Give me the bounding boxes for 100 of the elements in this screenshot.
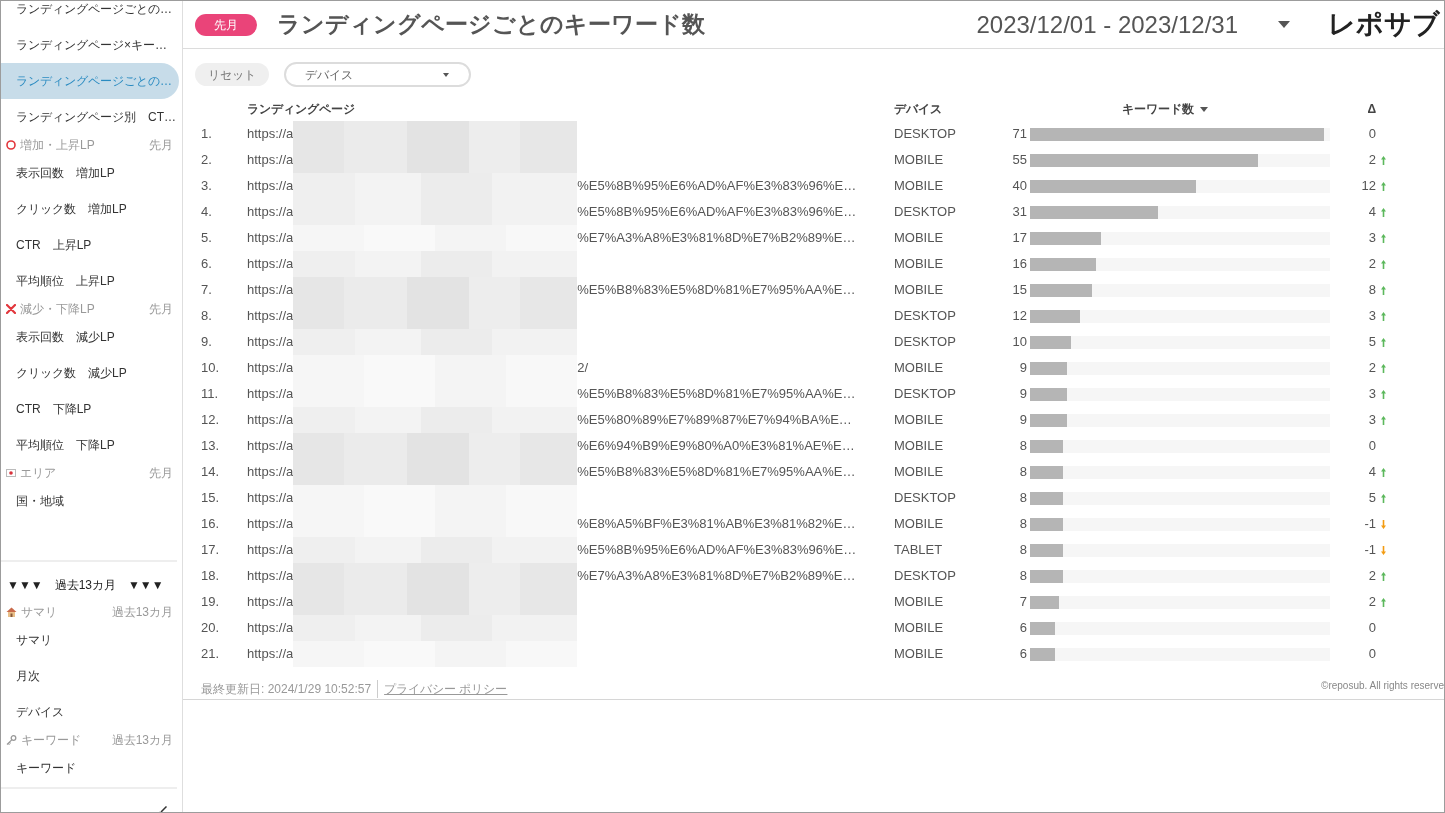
last-updated-text: 最終更新日: 2024/1/29 10:52:57	[201, 681, 372, 698]
url-text: %E7%A3%A8%E3%81%8D%E7%B2%89%E…	[577, 567, 856, 586]
row-number: 5.	[201, 230, 212, 246]
table-cell: DESKTOP	[894, 490, 956, 506]
sidebar-item[interactable]: ランディングページ×キー…	[1, 27, 179, 63]
caret-icon[interactable]	[1278, 21, 1290, 28]
sidebar-item[interactable]: CTR 下降LP	[1, 391, 179, 427]
row-number: 11.	[201, 386, 219, 402]
row-number: 13.	[201, 438, 220, 454]
pencil-icon[interactable]	[159, 805, 167, 812]
url-text: https://a	[247, 385, 294, 404]
table-cell: MOBILE	[894, 594, 944, 610]
url-text: https://a	[247, 645, 294, 664]
flag-icon	[6, 469, 16, 477]
url-text: %E5%B8%83%E5%8D%81%E7%95%AA%E…	[577, 281, 856, 300]
column-header[interactable]: ランディングページ	[247, 100, 355, 118]
table-cell: 8	[1019, 568, 1027, 584]
url-text: %E5%8B%95%E6%AD%AF%E3%83%96%E…	[577, 177, 857, 196]
cross-icon	[6, 304, 16, 314]
sidebar-item[interactable]: キーワード	[1, 750, 179, 786]
table-cell-text: 0	[1368, 645, 1376, 664]
sidebar-item[interactable]: 国・地域	[1, 483, 179, 519]
table-cell: 12	[1012, 308, 1027, 324]
table-cell: 8	[1019, 464, 1027, 480]
url-text: https://a	[247, 541, 294, 560]
sidebar-item[interactable]: クリック数 減少LP	[1, 355, 179, 391]
table-cell: MOBILE	[894, 230, 944, 246]
table-cell: DESKTOP	[894, 386, 956, 402]
url-text: %E5%B8%83%E5%8D%81%E7%95%AA%E…	[577, 385, 856, 404]
row-number: 12.	[201, 412, 220, 428]
url-text: %E5%80%89%E7%89%87%E7%94%BA%E…	[577, 411, 852, 430]
url-text: %E5%8B%95%E6%AD%AF%E3%83%96%E…	[577, 203, 857, 222]
sidebar-item[interactable]: 表示回数 増加LP	[1, 155, 179, 191]
row-number: 10.	[201, 360, 220, 376]
row-number: 15.	[201, 490, 220, 506]
url-text: https://a	[247, 229, 294, 248]
url-text: https://a	[247, 619, 294, 638]
sidebar-item[interactable]: デバイス	[1, 694, 179, 730]
section-label: サマリ	[21, 604, 58, 621]
table-cell-text: 3	[1368, 229, 1376, 248]
row-number: 8.	[201, 308, 212, 324]
table-cell: 6	[1019, 620, 1027, 636]
sidebar-item[interactable]: CTR 上昇LP	[1, 227, 179, 263]
table-cell: DESKTOP	[894, 308, 956, 324]
table-cell: MOBILE	[894, 438, 944, 454]
table-cell: 9	[1019, 360, 1027, 376]
url-text: 2/	[577, 359, 589, 378]
column-header[interactable]: Δ	[1367, 100, 1376, 118]
table-cell: 6	[1019, 646, 1027, 662]
date-range[interactable]: 2023/12/01 - 2023/12/31	[976, 6, 1238, 43]
sidebar-item[interactable]: 平均順位 上昇LP	[1, 263, 179, 299]
house-icon	[6, 607, 17, 617]
table-cell: MOBILE	[894, 256, 944, 272]
row-number: 2.	[201, 152, 212, 168]
sort-caret-icon[interactable]	[1200, 106, 1208, 112]
table-cell: MOBILE	[894, 360, 944, 376]
row-number: 1.	[201, 126, 212, 142]
url-text: https://a	[247, 255, 294, 274]
url-text: https://a	[247, 411, 294, 430]
section-label: エリア	[20, 465, 57, 482]
table-cell-text: 3	[1368, 307, 1376, 326]
table-cell: 40	[1012, 178, 1027, 194]
period-heading: ▼▼▼ 過去13カ月 ▼▼▼	[6, 577, 164, 594]
section-label: 減少・下降LP	[20, 301, 96, 318]
table-cell: 71	[1012, 126, 1027, 142]
sidebar-item[interactable]: サマリ	[1, 622, 179, 658]
url-text: https://a	[247, 489, 294, 508]
url-text: https://a	[247, 593, 294, 612]
table-cell: 15	[1012, 282, 1027, 298]
table-cell: 8	[1019, 516, 1027, 532]
circle-icon	[6, 140, 16, 150]
sidebar-item[interactable]: ランディングページ別 CT…	[1, 99, 179, 135]
table-cell: 7	[1019, 594, 1027, 610]
sidebar-item[interactable]: 平均順位 下降LP	[1, 427, 179, 463]
table-cell-text: 2	[1368, 151, 1376, 170]
table-cell: DESKTOP	[894, 568, 956, 584]
table-cell: DESKTOP	[894, 126, 956, 142]
device-dropdown[interactable]: デバイス	[284, 62, 471, 87]
url-text: https://a	[247, 463, 294, 482]
sidebar-item[interactable]: クリック数 増加LP	[1, 191, 179, 227]
column-header[interactable]: キーワード数	[1122, 100, 1194, 118]
table-cell-text: -1	[1364, 515, 1376, 534]
table-cell-text: 8	[1368, 281, 1376, 300]
sidebar-item[interactable]: 表示回数 減少LP	[1, 319, 179, 355]
url-text: https://a	[247, 437, 294, 456]
table-cell: 9	[1019, 386, 1027, 402]
row-number: 14.	[201, 464, 220, 480]
period-button[interactable]: 先月	[195, 13, 257, 36]
url-text: https://a	[247, 515, 294, 534]
table-cell: 8	[1019, 542, 1027, 558]
table-cell-text: -1	[1364, 541, 1376, 560]
column-header[interactable]: デバイス	[894, 100, 942, 118]
reset-button[interactable]: リセット	[195, 63, 269, 86]
sidebar-item[interactable]: 月次	[1, 658, 179, 694]
period-label: 先月	[149, 137, 173, 154]
period-label: 過去13カ月	[111, 732, 173, 749]
url-text: https://a	[247, 151, 294, 170]
sidebar-item[interactable]: ランディングページごとの…	[1, 1, 179, 27]
table-cell-text: 0	[1368, 619, 1376, 638]
row-number: 21.	[201, 646, 220, 662]
